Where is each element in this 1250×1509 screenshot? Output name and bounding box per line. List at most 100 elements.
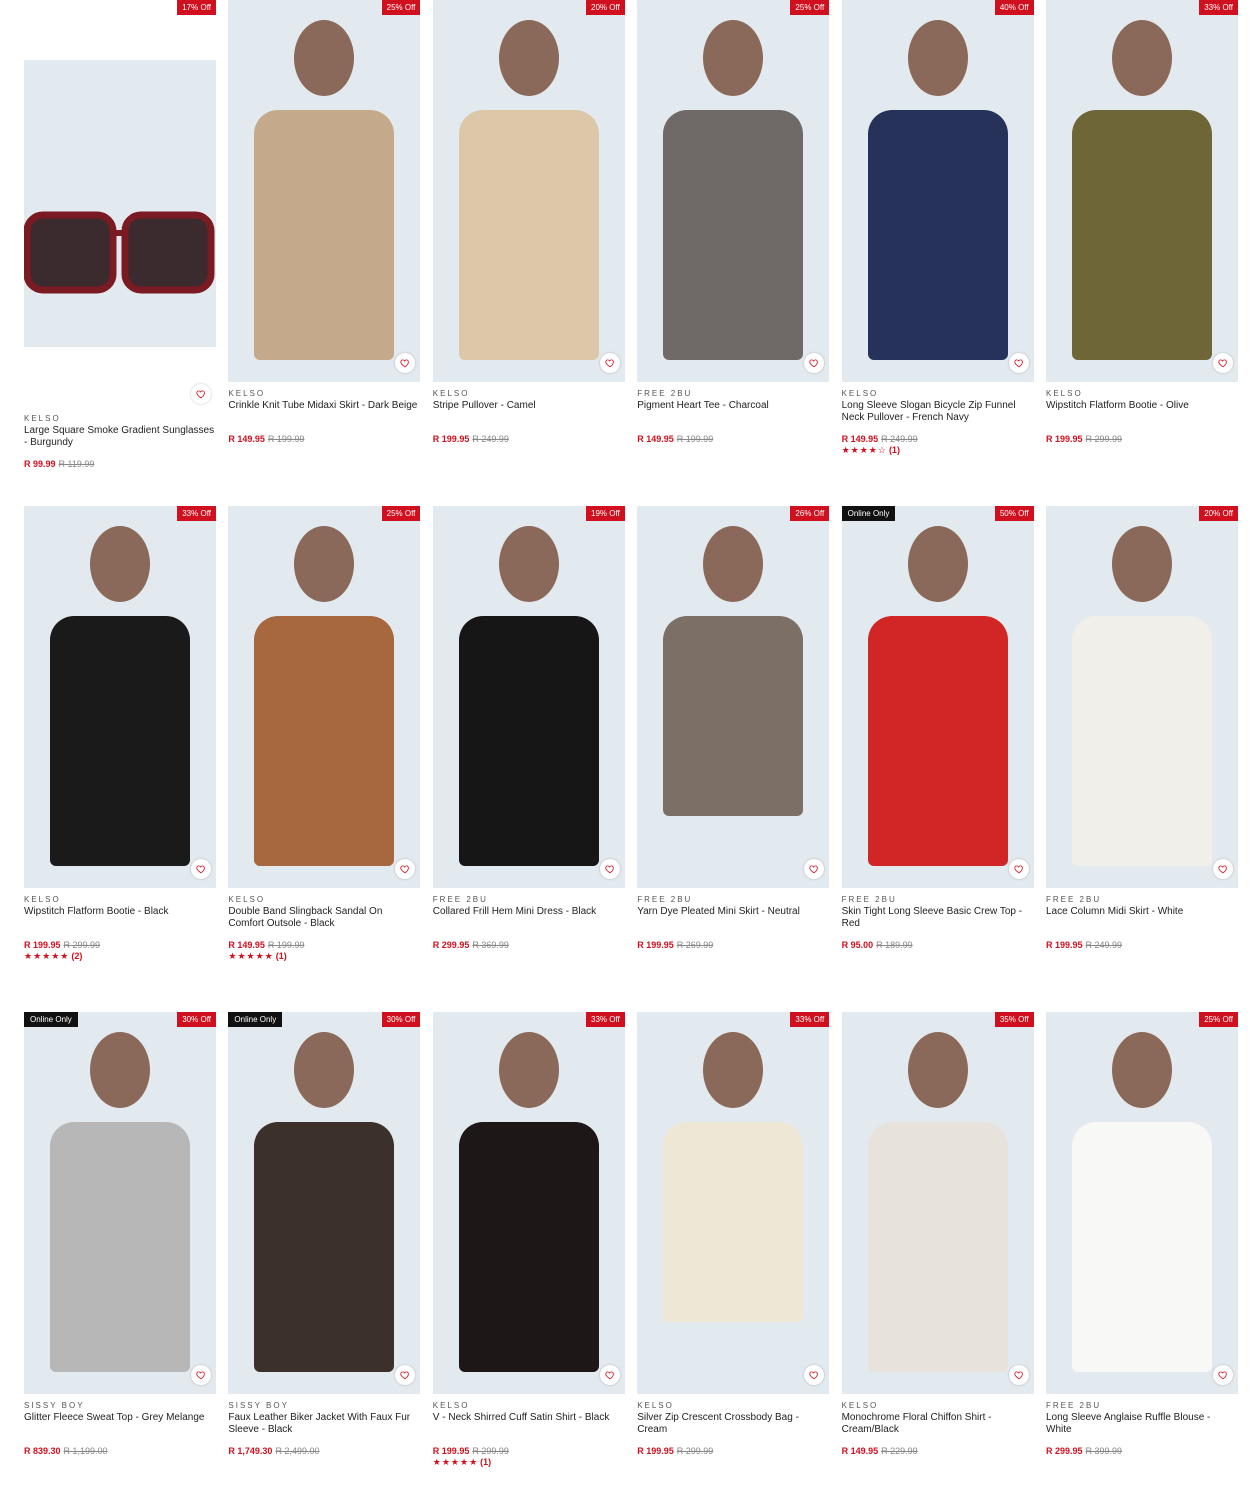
- original-price: R 249.99: [881, 434, 918, 444]
- wishlist-heart-icon[interactable]: [599, 859, 620, 879]
- discount-badge: 35% Off: [994, 1012, 1034, 1027]
- product-name[interactable]: Skin Tight Long Sleeve Basic Crew Top - …: [842, 906, 1034, 929]
- product-image-dress[interactable]: [432, 506, 625, 888]
- wishlist-heart-icon[interactable]: [599, 1365, 620, 1385]
- sunglasses-icon: [24, 211, 215, 294]
- product-card[interactable]: 33% Off KELSO Wipstitch Flatform Bootie - …: [24, 506, 216, 986]
- discount-badge: 50% Off: [994, 506, 1034, 521]
- product-card[interactable]: 20% Off KELSO Stripe Pullover - Camel R 199…: [432, 0, 625, 480]
- product-name[interactable]: Glitter Fleece Sweat Top - Grey Melange: [24, 1412, 216, 1424]
- discount-badge: 25% Off: [381, 506, 421, 521]
- current-price: R 199.95: [432, 434, 470, 444]
- product-image-boot[interactable]: [24, 506, 216, 888]
- product-name[interactable]: V - Neck Shirred Cuff Satin Shirt - Blac…: [433, 1412, 625, 1424]
- product-brand: KELSO: [637, 1401, 674, 1410]
- original-price: R 399.99: [1085, 1446, 1123, 1456]
- product-card[interactable]: 33% Off KELSO V - Neck Shirred Cuff Satin …: [432, 1012, 625, 1492]
- product-image-sweat-top[interactable]: [24, 1012, 216, 1394]
- product-image-skirt[interactable]: [637, 506, 830, 888]
- online-only-badge: Online Only: [228, 1012, 283, 1027]
- product-image-sandal[interactable]: [228, 506, 421, 888]
- wishlist-heart-icon[interactable]: [191, 384, 211, 404]
- product-name[interactable]: Faux Leather Biker Jacket With Faux Fur …: [228, 1412, 420, 1435]
- discount-badge: 33% Off: [1199, 0, 1238, 15]
- original-price: R 249.99: [472, 434, 509, 444]
- product-name[interactable]: Pigment Heart Tee - Charcoal: [637, 400, 829, 412]
- wishlist-heart-icon[interactable]: [1008, 1365, 1029, 1385]
- product-name[interactable]: Wipstitch Flatform Bootie - Black: [24, 906, 216, 918]
- current-price: R 199.95: [1046, 434, 1083, 444]
- product-card[interactable]: 25% Off KELSO Double Band Slingback Sandal…: [228, 506, 421, 986]
- model-silhouette: [703, 1032, 764, 1108]
- product-card[interactable]: 50% Off Online Only FREE 2BU Skin Tight Lon…: [841, 506, 1034, 986]
- product-image-shirt[interactable]: [432, 1012, 625, 1394]
- product-card[interactable]: 33% Off KELSO Silver Zip Crescent Crossbod…: [637, 1012, 830, 1492]
- discount-badge: 17% Off: [177, 0, 216, 15]
- product-image-bag[interactable]: [637, 1012, 830, 1394]
- product-image-pullover[interactable]: [841, 0, 1034, 382]
- wishlist-heart-icon[interactable]: [1213, 859, 1233, 879]
- product-image-blouse[interactable]: [1046, 1012, 1238, 1394]
- wishlist-heart-icon[interactable]: [599, 353, 620, 373]
- model-silhouette: [498, 20, 559, 96]
- product-price: R 149.95 R 199.99: [228, 434, 304, 444]
- product-card[interactable]: 40% Off KELSO Long Sleeve Slogan Bicycle Z…: [841, 0, 1034, 480]
- product-name[interactable]: Crinkle Knit Tube Midaxi Skirt - Dark Be…: [228, 400, 420, 412]
- product-name[interactable]: Silver Zip Crescent Crossbody Bag - Crea…: [637, 1412, 829, 1435]
- wishlist-heart-icon[interactable]: [1213, 353, 1233, 373]
- product-card[interactable]: 30% Off Online Only SISSY BOY Faux Leather …: [228, 1012, 421, 1492]
- product-name[interactable]: Monochrome Floral Chiffon Shirt - Cream/…: [842, 1412, 1034, 1435]
- model-silhouette: [907, 20, 968, 96]
- product-rating[interactable]: ★★★★★ (1): [433, 1457, 491, 1468]
- product-image-skirt[interactable]: [1046, 506, 1238, 888]
- product-card[interactable]: 20% Off FREE 2BU Lace Column Midi Skirt - …: [1046, 506, 1238, 986]
- product-card[interactable]: 30% Off Online Only SISSY BOY Glitter Fleec…: [24, 1012, 216, 1492]
- wishlist-heart-icon[interactable]: [1008, 353, 1029, 373]
- current-price: R 199.95: [432, 1446, 470, 1456]
- product-rating[interactable]: ★★★★☆ (1): [842, 445, 900, 456]
- wishlist-heart-icon[interactable]: [1213, 1365, 1233, 1385]
- product-name[interactable]: Double Band Slingback Sandal On Comfort …: [228, 906, 420, 929]
- wishlist-heart-icon[interactable]: [191, 1365, 211, 1385]
- wishlist-heart-icon[interactable]: [1008, 859, 1029, 879]
- wishlist-heart-icon[interactable]: [191, 859, 211, 879]
- product-card[interactable]: 33% Off KELSO Wipstitch Flatform Bootie - …: [1046, 0, 1238, 480]
- product-name[interactable]: Lace Column Midi Skirt - White: [1046, 906, 1238, 918]
- product-price: R 199.95 R 269.99: [637, 940, 713, 950]
- model-silhouette: [294, 1032, 355, 1108]
- product-image-boot[interactable]: [1046, 0, 1238, 382]
- product-name[interactable]: Collared Frill Hem Mini Dress - Black: [433, 906, 625, 918]
- product-rating[interactable]: ★★★★★ (1): [228, 951, 286, 962]
- current-price: R 199.95: [637, 940, 674, 950]
- product-card[interactable]: 17% Off KELSO Large Square Smoke Gradient …: [24, 0, 216, 480]
- product-card[interactable]: 35% Off KELSO Monochrome Floral Chiffon Sh…: [841, 1012, 1034, 1492]
- product-image-skirt[interactable]: [228, 0, 421, 382]
- rating-count: (2): [71, 951, 83, 961]
- rating-count: (1): [480, 1457, 492, 1467]
- product-image-shirt[interactable]: [841, 1012, 1034, 1394]
- product-price: R 95.00 R 189.99: [842, 940, 913, 950]
- product-card[interactable]: 25% Off FREE 2BU Long Sleeve Anglaise Ruff…: [1046, 1012, 1238, 1492]
- product-image-sunglasses[interactable]: [24, 0, 216, 382]
- original-price: R 1,199.00: [63, 1446, 108, 1456]
- product-image-top[interactable]: [841, 506, 1034, 888]
- original-price: R 119.99: [58, 459, 95, 469]
- product-name[interactable]: Yarn Dye Pleated Mini Skirt - Neutral: [637, 906, 829, 918]
- product-name[interactable]: Large Square Smoke Gradient Sunglasses -…: [24, 425, 216, 448]
- product-image-tee[interactable]: [637, 0, 830, 382]
- product-name[interactable]: Long Sleeve Anglaise Ruffle Blouse - Whi…: [1046, 1412, 1238, 1435]
- product-name[interactable]: Long Sleeve Slogan Bicycle Zip Funnel Ne…: [842, 400, 1034, 423]
- product-image-pullover[interactable]: [432, 0, 625, 382]
- product-card[interactable]: 25% Off FREE 2BU Pigment Heart Tee - Charc…: [637, 0, 830, 480]
- model-silhouette: [907, 526, 968, 602]
- product-name[interactable]: Stripe Pullover - Camel: [433, 400, 625, 412]
- rating-stars-icon: ★★★★☆: [841, 445, 887, 455]
- product-card[interactable]: 19% Off FREE 2BU Collared Frill Hem Mini D…: [432, 506, 625, 986]
- product-card[interactable]: 25% Off KELSO Crinkle Knit Tube Midaxi Ski…: [228, 0, 421, 480]
- discount-badge: 26% Off: [790, 506, 830, 521]
- product-rating[interactable]: ★★★★★ (2): [24, 951, 82, 962]
- product-image-jacket[interactable]: [228, 1012, 421, 1394]
- product-name[interactable]: Wipstitch Flatform Bootie - Olive: [1046, 400, 1238, 412]
- product-card[interactable]: 26% Off FREE 2BU Yarn Dye Pleated Mini Ski…: [637, 506, 830, 986]
- current-price: R 99.99: [24, 459, 56, 469]
